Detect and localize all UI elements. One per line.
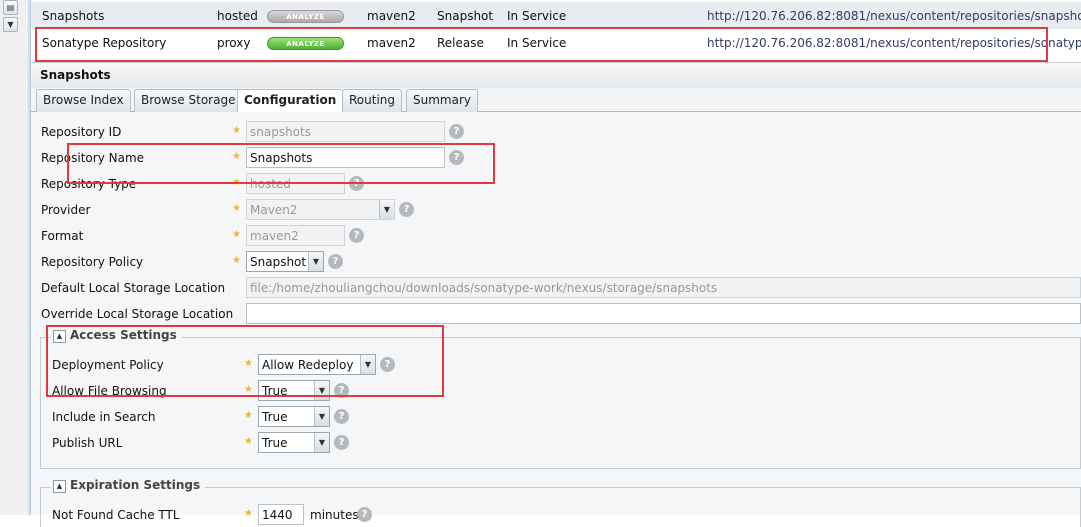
collapse-icon[interactable]: ▲	[53, 480, 66, 493]
allow-file-browsing-value: True	[262, 384, 288, 398]
repo-policy: Snapshot	[437, 9, 494, 23]
repository-name-input[interactable]: Snapshots	[246, 147, 445, 168]
required-icon: ★	[232, 203, 241, 214]
repo-type: proxy	[217, 36, 251, 50]
required-icon: ★	[232, 151, 241, 162]
allow-file-browsing-label: Allow File Browsing	[52, 384, 167, 398]
panel-header: Snapshots	[31, 62, 1081, 88]
deployment-policy-label: Deployment Policy	[52, 358, 164, 372]
tab-bar: Browse Index Browse Storage Configuratio…	[31, 88, 1081, 113]
help-icon[interactable]: ?	[449, 150, 464, 165]
repository-id-field: snapshots	[246, 121, 445, 142]
expiration-settings-fieldset: ▲ Expiration Settings Not Found Cache TTL…	[40, 478, 1081, 527]
tab-browse-index[interactable]: Browse Index	[36, 89, 131, 112]
repository-policy-value: Snapshot	[250, 255, 307, 269]
allow-file-browsing-select[interactable]: True ▼	[258, 380, 330, 401]
analyze-button[interactable]: ANALYZE	[267, 37, 344, 50]
chevron-down-icon[interactable]: ▼	[314, 433, 329, 452]
expiration-settings-legend[interactable]: ▲ Expiration Settings	[51, 478, 206, 493]
repo-url[interactable]: http://120.76.206.82:8081/nexus/content/…	[707, 9, 1081, 23]
tab-summary[interactable]: Summary	[406, 89, 478, 112]
repo-status: In Service	[507, 9, 567, 23]
repository-grid: Snapshots hosted ANALYZE maven2 Snapshot…	[31, 0, 1081, 58]
repo-url[interactable]: http://120.76.206.82:8081/nexus/content/…	[707, 36, 1081, 50]
tab-configuration[interactable]: Configuration	[237, 89, 344, 113]
analyze-button[interactable]: ANALYZE	[267, 10, 344, 23]
repo-type: hosted	[217, 9, 258, 23]
configuration-form: Repository ID ★ snapshots ? Repository N…	[31, 112, 1081, 527]
panel-title: Snapshots	[40, 68, 111, 82]
repository-type-label: Repository Type	[41, 177, 137, 191]
repository-id-label: Repository ID	[41, 125, 122, 139]
help-icon[interactable]: ?	[328, 254, 343, 269]
chevron-down-icon[interactable]: ▼	[3, 17, 18, 32]
publish-url-value: True	[262, 436, 288, 450]
required-icon: ★	[244, 358, 253, 369]
help-icon[interactable]: ?	[334, 435, 349, 450]
required-icon: ★	[232, 177, 241, 188]
help-icon[interactable]: ?	[449, 124, 464, 139]
tab-routing[interactable]: Routing	[342, 89, 403, 112]
publish-url-select[interactable]: True ▼	[258, 432, 330, 453]
collapse-icon[interactable]: ▲	[53, 330, 66, 343]
repo-status: In Service	[507, 36, 567, 50]
access-settings-title: Access Settings	[70, 328, 177, 342]
repository-type-field: hosted	[246, 173, 345, 194]
chevron-down-icon[interactable]: ▼	[314, 381, 329, 400]
deployment-policy-value: Allow Redeploy	[262, 358, 354, 372]
repo-policy: Release	[437, 36, 484, 50]
override-storage-label: Override Local Storage Location	[41, 307, 234, 321]
repository-policy-select[interactable]: Snapshot ▼	[246, 251, 324, 272]
left-nav-strip: ▤ ▼	[0, 0, 31, 515]
chevron-down-icon[interactable]: ▼	[308, 252, 323, 271]
help-icon[interactable]: ?	[349, 176, 364, 191]
table-row[interactable]: Snapshots hosted ANALYZE maven2 Snapshot…	[31, 2, 1081, 29]
help-icon[interactable]: ?	[349, 228, 364, 243]
repo-name: Sonatype Repository	[42, 36, 167, 50]
include-in-search-value: True	[262, 410, 288, 424]
deployment-policy-select[interactable]: Allow Redeploy ▼	[258, 354, 376, 375]
help-icon[interactable]: ?	[399, 202, 414, 217]
publish-url-label: Publish URL	[52, 436, 123, 450]
table-row[interactable]: Sonatype Repository proxy ANALYZE maven2…	[31, 29, 1081, 56]
include-in-search-select[interactable]: True ▼	[258, 406, 330, 427]
repository-name-label: Repository Name	[41, 151, 145, 165]
repo-name: Snapshots	[42, 9, 105, 23]
expiration-settings-title: Expiration Settings	[70, 478, 201, 492]
help-icon[interactable]: ?	[380, 357, 395, 372]
provider-value: Maven2	[250, 203, 298, 217]
format-field: maven2	[246, 225, 345, 246]
repo-format: maven2	[367, 9, 416, 23]
provider-label: Provider	[41, 203, 91, 217]
tab-browse-storage[interactable]: Browse Storage	[134, 89, 243, 112]
chevron-down-icon: ▼	[379, 200, 394, 219]
access-settings-legend[interactable]: ▲ Access Settings	[51, 328, 182, 343]
provider-select: Maven2 ▼	[246, 199, 395, 220]
access-settings-fieldset: ▲ Access Settings Deployment Policy ★ All…	[40, 328, 1081, 469]
required-icon: ★	[232, 255, 241, 266]
repo-format: maven2	[367, 36, 416, 50]
chevron-down-icon[interactable]: ▼	[360, 355, 375, 374]
default-storage-field: file:/home/zhouliangchou/downloads/sonat…	[246, 277, 1081, 298]
minutes-unit: minutes	[310, 508, 359, 522]
not-found-cache-ttl-label: Not Found Cache TTL	[52, 508, 180, 522]
required-icon: ★	[244, 508, 253, 519]
override-storage-input[interactable]	[246, 303, 1081, 324]
chevron-down-icon[interactable]: ▼	[314, 407, 329, 426]
required-icon: ★	[232, 229, 241, 240]
required-icon: ★	[244, 384, 253, 395]
required-icon: ★	[244, 436, 253, 447]
include-in-search-label: Include in Search	[52, 410, 156, 424]
help-icon[interactable]: ?	[334, 383, 349, 398]
help-icon[interactable]: ?	[334, 409, 349, 424]
format-label: Format	[41, 229, 84, 243]
grid-icon[interactable]: ▤	[3, 0, 18, 15]
required-icon: ★	[244, 410, 253, 421]
repository-policy-label: Repository Policy	[41, 255, 144, 269]
default-storage-label: Default Local Storage Location	[41, 281, 226, 295]
required-icon: ★	[232, 125, 241, 136]
